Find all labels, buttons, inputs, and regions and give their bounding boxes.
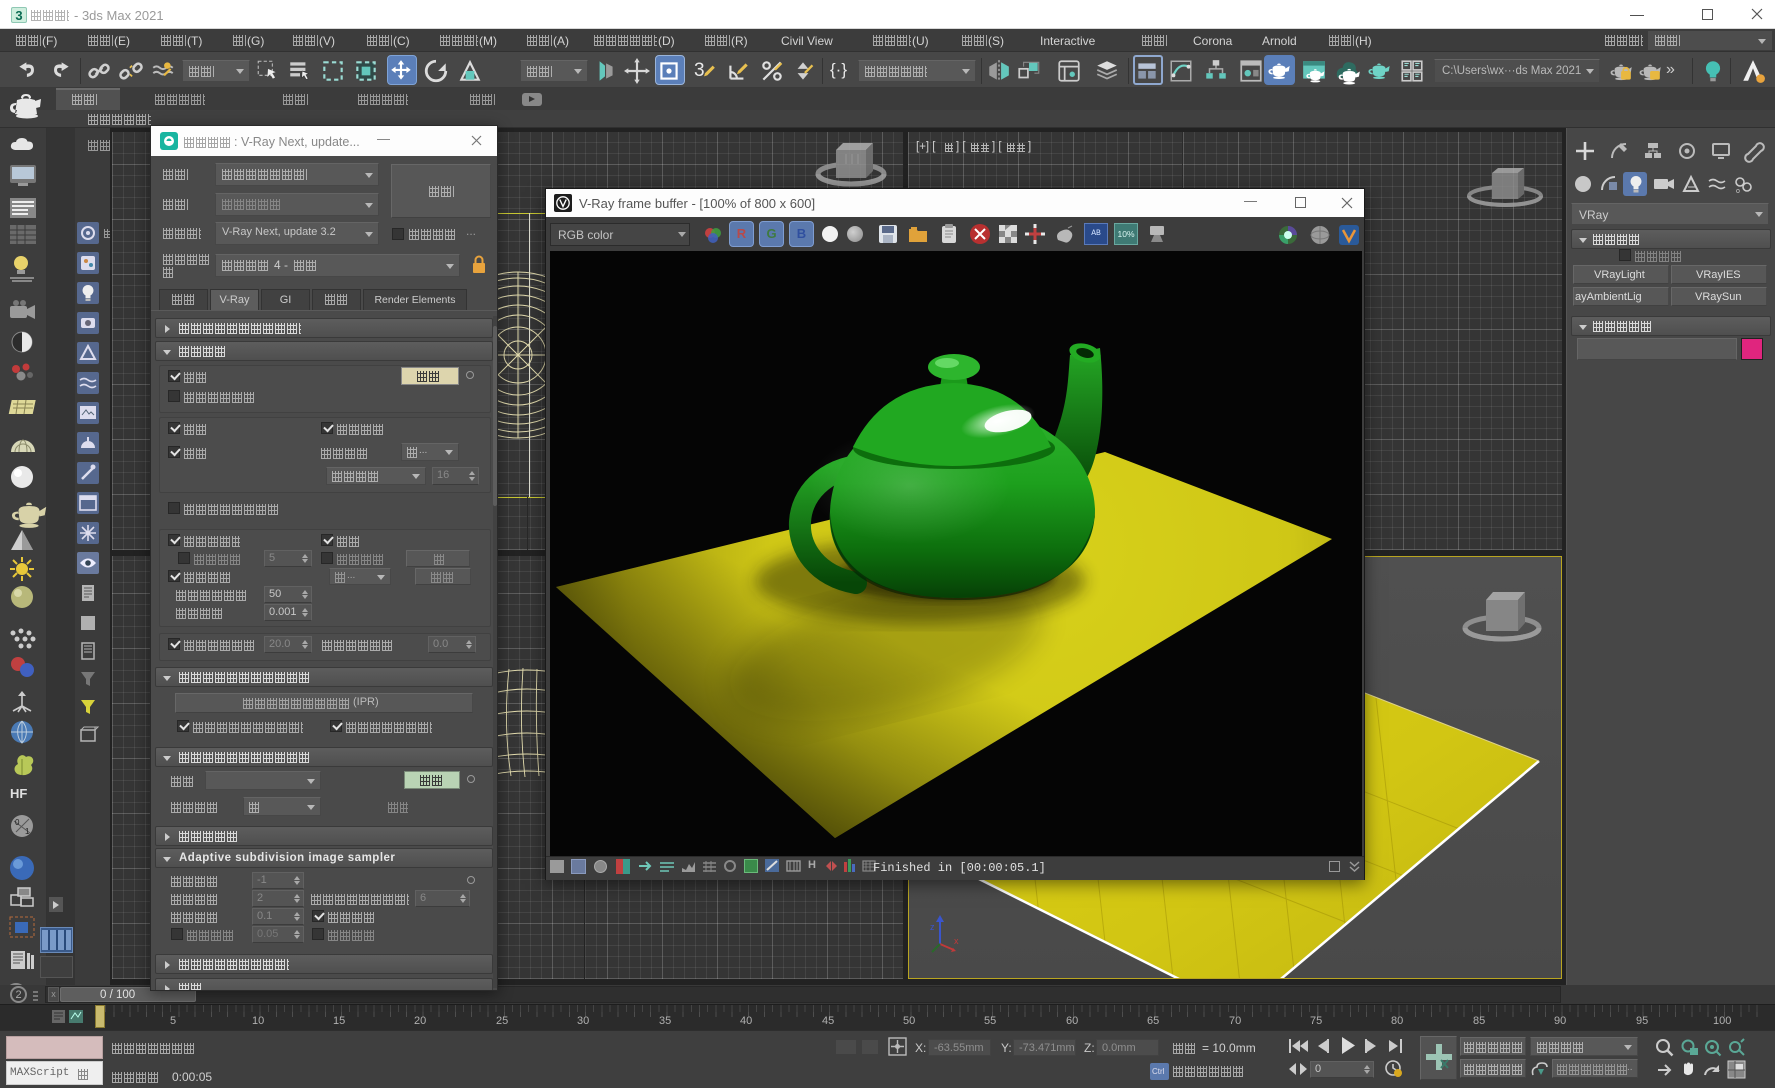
svg-text:z: z <box>930 922 935 932</box>
svg-text:o: o <box>1736 188 1740 195</box>
svg-text:1: 1 <box>25 827 30 836</box>
svg-text:x: x <box>954 936 959 946</box>
svg-text:0: 0 <box>15 818 20 827</box>
